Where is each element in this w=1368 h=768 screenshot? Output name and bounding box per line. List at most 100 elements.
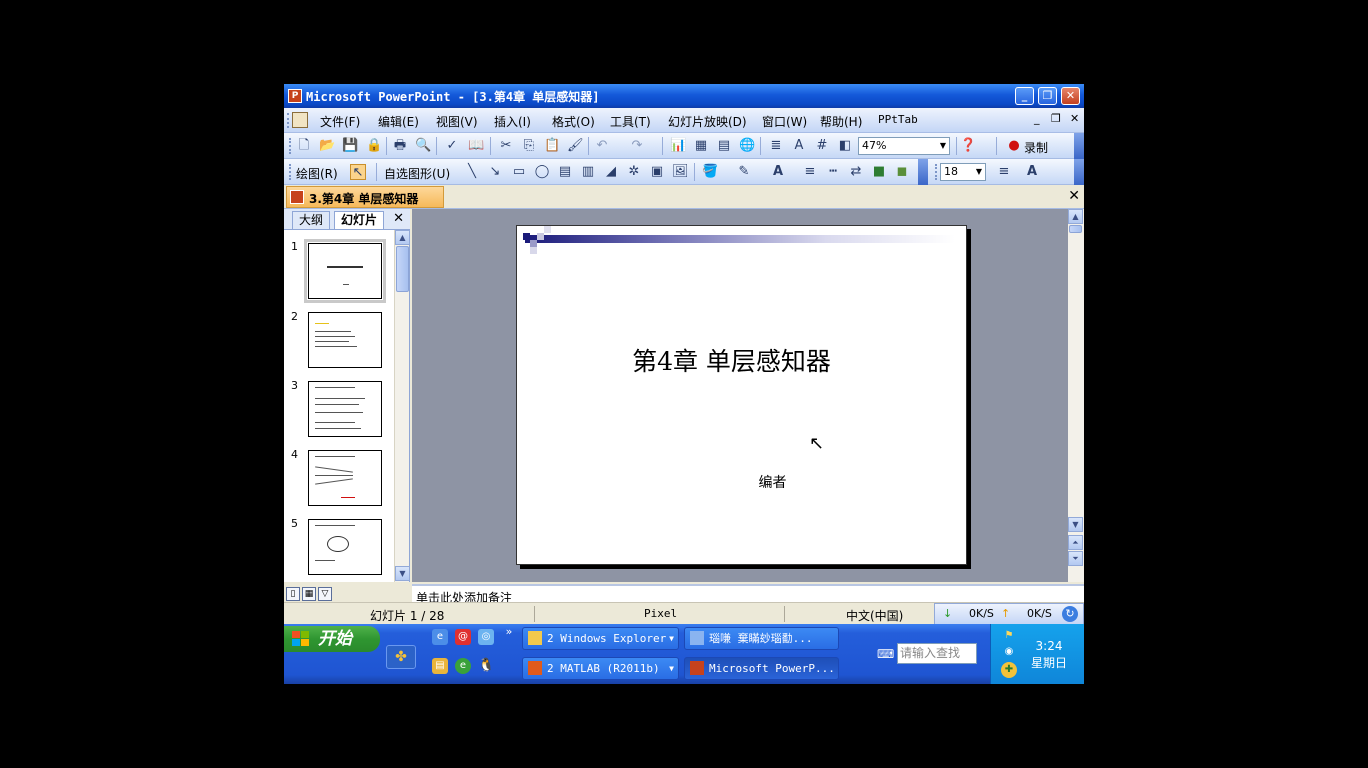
close-button[interactable]: ✕ <box>1061 87 1080 105</box>
slide-thumbnail[interactable] <box>308 519 382 575</box>
font-color-icon[interactable]: A <box>1024 164 1040 180</box>
3d-style-icon[interactable]: ◼ <box>894 164 910 180</box>
chevron-down-icon[interactable]: ▼ <box>937 138 949 154</box>
slideshow-view-icon[interactable]: ▽ <box>318 587 332 601</box>
hyperlink-icon[interactable]: 🌐 <box>739 138 755 154</box>
clock[interactable]: 3:24 星期日 <box>1031 638 1067 672</box>
arrow-icon[interactable]: ↘ <box>487 164 503 180</box>
open-icon[interactable]: 📂 <box>319 138 335 154</box>
normal-view-icon[interactable]: ▯ <box>286 587 300 601</box>
start-button[interactable]: 开始 <box>284 626 380 652</box>
menu-window[interactable]: 窗口(W) <box>762 113 807 130</box>
menu-pptab[interactable]: PPtTab <box>878 113 918 126</box>
slide-subtitle[interactable]: 编者 <box>517 472 966 492</box>
scroll-up-icon[interactable]: ▲ <box>395 230 410 245</box>
close-tab-icon[interactable]: ✕ <box>1068 188 1080 204</box>
slide-title[interactable]: 第4章 单层感知器 <box>517 342 966 378</box>
toolbar-grip[interactable] <box>289 164 292 180</box>
chevron-down-icon[interactable]: ▼ <box>973 164 985 180</box>
tray-security-icon[interactable]: ✚ <box>1001 662 1017 678</box>
undo-icon[interactable]: ↶ <box>594 138 610 154</box>
scroll-thumb[interactable] <box>396 246 409 292</box>
title-bar[interactable]: P Microsoft PowerPoint - [3.第4章 单层感知器] _… <box>284 84 1084 108</box>
show-formatting-icon[interactable]: A <box>791 138 807 154</box>
line-style-icon[interactable]: ≡ <box>802 164 818 180</box>
next-slide-icon[interactable]: ⏷ <box>1068 551 1083 566</box>
document-tab[interactable]: 3.第4章 单层感知器 <box>286 186 444 208</box>
document-icon[interactable] <box>292 112 308 128</box>
slide-thumbnail[interactable] <box>304 239 386 303</box>
refresh-icon[interactable]: ↻ <box>1062 606 1078 622</box>
permission-icon[interactable]: 🔒 <box>366 138 382 154</box>
keyboard-icon[interactable]: ⌨ <box>877 646 894 662</box>
record-button[interactable]: 录制 <box>1024 139 1048 156</box>
record-icon[interactable]: ● <box>1006 138 1022 154</box>
scroll-down-icon[interactable]: ▼ <box>1068 517 1083 532</box>
quicklaunch-app-icon[interactable]: @ <box>455 629 471 645</box>
tray-flag-icon[interactable]: ⚑ <box>1001 628 1017 644</box>
restore-button[interactable]: ❐ <box>1038 87 1057 105</box>
arrow-style-icon[interactable]: ⇄ <box>848 164 864 180</box>
quicklaunch-ie-icon[interactable]: e <box>432 629 448 645</box>
print-icon[interactable]: 🖶 <box>392 138 408 154</box>
taskbar-button-explorer[interactable]: 2 Windows Explorer ▼ <box>522 627 679 650</box>
scroll-down-icon[interactable]: ▼ <box>395 566 410 581</box>
tab-slides[interactable]: 幻灯片 <box>334 211 385 229</box>
toolbar-grip[interactable] <box>935 164 938 180</box>
menu-file[interactable]: 文件(F) <box>320 113 360 130</box>
toolbar-grip[interactable] <box>289 138 292 154</box>
taskbar-search-input[interactable]: 请输入查找 <box>897 643 977 664</box>
thumbnail-scrollbar[interactable]: ▲ ▼ <box>394 230 410 582</box>
toolbar-options-icon[interactable] <box>1074 159 1084 185</box>
quicklaunch-search-icon[interactable]: ◎ <box>478 629 494 645</box>
previous-slide-icon[interactable]: ⏶ <box>1068 535 1083 550</box>
oval-icon[interactable]: ◯ <box>534 164 550 180</box>
draw-menu[interactable]: 绘图(R) <box>296 165 338 182</box>
autoshapes-menu[interactable]: 自选图形(U) <box>384 165 450 182</box>
taskbar-button-matlab[interactable]: 2 MATLAB (R2011b) ▼ <box>522 657 679 680</box>
shadow-style-icon[interactable]: ■ <box>871 164 887 180</box>
doc-restore-icon[interactable]: ❐ <box>1051 112 1061 125</box>
save-icon[interactable]: 💾 <box>342 138 358 154</box>
show-desktop-icon[interactable]: ✤ <box>386 645 416 669</box>
dash-style-icon[interactable]: ┅ <box>825 164 841 180</box>
tab-outline[interactable]: 大纲 <box>292 211 331 229</box>
quicklaunch-browser-icon[interactable]: e <box>455 658 471 674</box>
powerpoint-app-icon[interactable]: P <box>288 89 302 103</box>
copy-icon[interactable]: ⎘ <box>521 138 537 154</box>
taskbar-button-video[interactable]: 瑙嗛 棄瞞玅瑙勫... <box>684 627 839 650</box>
quicklaunch-folder-icon[interactable]: ▤ <box>432 658 448 674</box>
menu-grip[interactable] <box>287 113 290 128</box>
tray-network-icon[interactable]: ◉ <box>1001 644 1017 660</box>
format-painter-icon[interactable]: 🖌 <box>567 138 584 154</box>
clipart-icon[interactable]: ▣ <box>649 164 665 180</box>
menu-help[interactable]: 帮助(H) <box>820 113 862 130</box>
align-left-icon[interactable]: ≡ <box>996 164 1012 180</box>
insert-table-icon[interactable]: ▦ <box>693 138 709 154</box>
menu-slideshow[interactable]: 幻灯片放映(D) <box>668 113 747 130</box>
spelling-icon[interactable]: ✓ <box>444 138 460 154</box>
taskbar-button-powerpoint[interactable]: Microsoft PowerP... <box>684 657 839 680</box>
zoom-combo[interactable]: 47% ▼ <box>858 137 950 155</box>
slide-scrollbar[interactable]: ▲ ▼ ⏶ ⏷ <box>1068 209 1084 582</box>
scroll-up-icon[interactable]: ▲ <box>1068 209 1083 224</box>
menu-format[interactable]: 格式(O) <box>552 113 595 130</box>
menu-view[interactable]: 视图(V) <box>436 113 478 130</box>
rectangle-icon[interactable]: ▭ <box>511 164 527 180</box>
tables-borders-icon[interactable]: ▤ <box>716 138 732 154</box>
current-slide[interactable]: 第4章 单层感知器 编者 ↖ <box>516 225 967 565</box>
slide-thumbnail[interactable] <box>308 381 382 437</box>
line-icon[interactable]: ╲ <box>464 164 480 180</box>
line-color-icon[interactable]: ✎ <box>736 164 752 180</box>
diagram-icon[interactable]: ✲ <box>626 164 642 180</box>
close-panel-icon[interactable]: ✕ <box>393 211 404 226</box>
redo-icon[interactable]: ↷ <box>629 138 645 154</box>
quicklaunch-more-icon[interactable]: » <box>501 624 517 640</box>
font-size-combo[interactable]: 18 ▼ <box>940 163 986 181</box>
quicklaunch-qq-icon[interactable]: 🐧 <box>478 658 494 674</box>
slide-sorter-icon[interactable]: ▦ <box>302 587 316 601</box>
print-preview-icon[interactable]: 🔍 <box>415 138 431 154</box>
slide-thumbnail[interactable] <box>308 312 382 368</box>
fill-color-icon[interactable]: 🪣 <box>702 164 718 180</box>
color-grayscale-icon[interactable]: ◧ <box>837 138 853 154</box>
